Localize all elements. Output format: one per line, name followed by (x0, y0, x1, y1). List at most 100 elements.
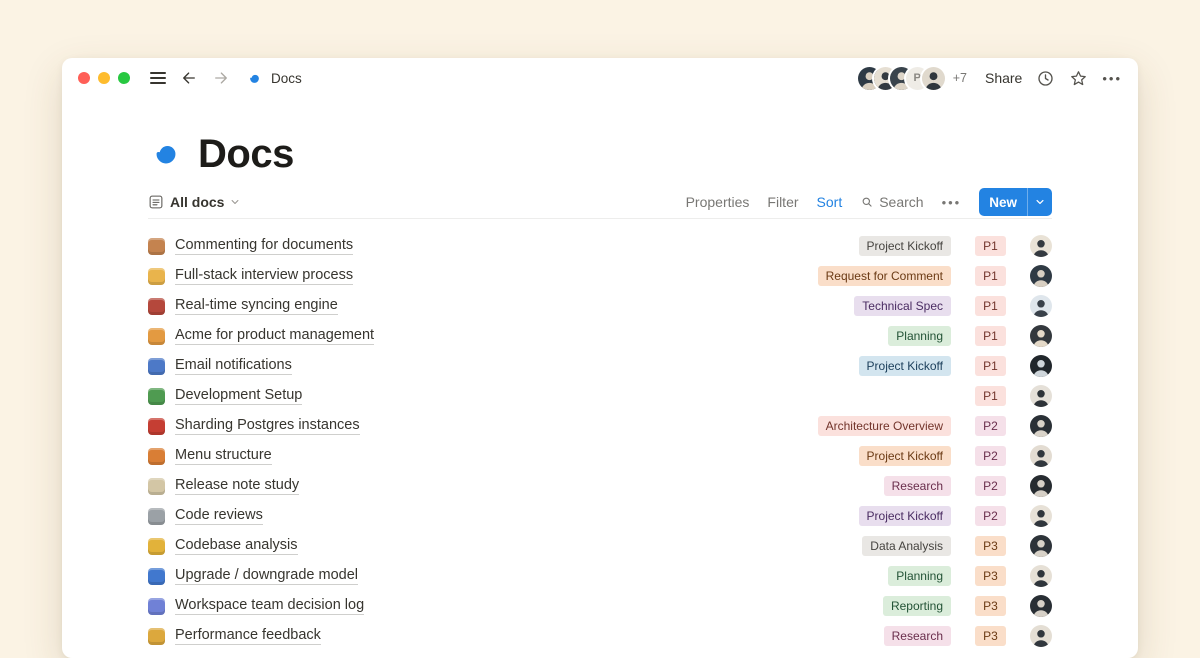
new-dropdown-button[interactable] (1027, 188, 1052, 216)
docs-logo-icon (246, 70, 263, 87)
table-row[interactable]: Development Setup P1 (148, 381, 1052, 411)
doc-title-link[interactable]: Sharding Postgres instances (175, 417, 360, 435)
assignee-avatar[interactable] (1030, 565, 1052, 587)
table-row[interactable]: Performance feedback Research P3 (148, 621, 1052, 651)
doc-type-tag[interactable]: Research (884, 626, 951, 646)
priority-tag[interactable]: P1 (975, 266, 1006, 286)
new-button[interactable]: New (979, 188, 1052, 216)
table-row[interactable]: Workspace team decision log Reporting P3 (148, 591, 1052, 621)
table-row[interactable]: Acme for product management Planning P1 (148, 321, 1052, 351)
doc-title-link[interactable]: Commenting for documents (175, 237, 353, 255)
doc-title-link[interactable]: Acme for product management (175, 327, 374, 345)
doc-title-link[interactable]: Full-stack interview process (175, 267, 353, 285)
table-row[interactable]: Codebase analysis Data Analysis P3 (148, 531, 1052, 561)
priority-tag[interactable]: P2 (975, 476, 1006, 496)
priority-tag[interactable]: P1 (975, 296, 1006, 316)
favorite-button[interactable] (1069, 69, 1088, 88)
table-row[interactable]: Email notifications Project Kickoff P1 (148, 351, 1052, 381)
avatar-stack: P (858, 67, 945, 90)
building-construction-icon (148, 328, 165, 345)
assignee-avatar[interactable] (1030, 445, 1052, 467)
star-icon (1069, 69, 1088, 88)
priority-tag[interactable]: P2 (975, 506, 1006, 526)
carrot-icon (148, 448, 165, 465)
priority-tag[interactable]: P1 (975, 386, 1006, 406)
traffic-light-close[interactable] (78, 72, 90, 84)
doc-type-tag[interactable]: Planning (888, 566, 951, 586)
priority-tag[interactable]: P1 (975, 236, 1006, 256)
properties-button[interactable]: Properties (686, 194, 750, 210)
memo-icon (148, 478, 165, 495)
table-row[interactable]: Menu structure Project Kickoff P2 (148, 441, 1052, 471)
traffic-light-zoom[interactable] (118, 72, 130, 84)
assignee-avatar[interactable] (1030, 535, 1052, 557)
doc-type-tag[interactable]: Request for Comment (818, 266, 951, 286)
collaborator-avatar[interactable] (922, 67, 945, 90)
doc-type-tag[interactable]: Project Kickoff (859, 446, 951, 466)
keyboard-icon (148, 508, 165, 525)
doc-type-tag[interactable]: Research (884, 476, 951, 496)
doc-type-tag[interactable]: Project Kickoff (859, 236, 951, 256)
filter-button[interactable]: Filter (767, 194, 798, 210)
page-header: Docs (148, 132, 1052, 176)
doc-type-tag[interactable]: Planning (888, 326, 951, 346)
assignee-avatar[interactable] (1030, 325, 1052, 347)
doc-type-tag[interactable]: Architecture Overview (818, 416, 951, 436)
doc-title-link[interactable]: Menu structure (175, 447, 272, 465)
table-row[interactable]: Sharding Postgres instances Architecture… (148, 411, 1052, 441)
table-row[interactable]: Commenting for documents Project Kickoff… (148, 231, 1052, 261)
assignee-avatar[interactable] (1030, 295, 1052, 317)
updates-button[interactable] (1036, 69, 1055, 88)
priority-tag[interactable]: P3 (975, 536, 1006, 556)
priority-tag[interactable]: P1 (975, 356, 1006, 376)
priority-tag[interactable]: P3 (975, 566, 1006, 586)
doc-type-tag[interactable]: Project Kickoff (859, 506, 951, 526)
assignee-avatar[interactable] (1030, 355, 1052, 377)
window-more-button[interactable]: ••• (1102, 71, 1122, 86)
assignee-avatar[interactable] (1030, 415, 1052, 437)
doc-title-link[interactable]: Codebase analysis (175, 537, 298, 555)
search-button[interactable]: Search (860, 194, 923, 210)
priority-tag[interactable]: P2 (975, 416, 1006, 436)
traffic-light-minimize[interactable] (98, 72, 110, 84)
doc-type-tag[interactable]: Reporting (883, 596, 951, 616)
page-title: Docs (198, 132, 294, 177)
doc-title-link[interactable]: Workspace team decision log (175, 597, 364, 615)
assignee-avatar[interactable] (1030, 505, 1052, 527)
table-row[interactable]: Release note study Research P2 (148, 471, 1052, 501)
sidebar-menu-button[interactable] (150, 72, 166, 84)
table-row[interactable]: Real-time syncing engine Technical Spec … (148, 291, 1052, 321)
assignee-avatar[interactable] (1030, 235, 1052, 257)
assignee-avatar[interactable] (1030, 475, 1052, 497)
back-button[interactable] (180, 69, 198, 87)
view-switcher[interactable]: All docs (148, 194, 240, 210)
assignee-avatar[interactable] (1030, 625, 1052, 647)
new-button-label[interactable]: New (979, 188, 1027, 216)
doc-title-link[interactable]: Email notifications (175, 357, 292, 375)
doc-title-link[interactable]: Real-time syncing engine (175, 297, 338, 315)
forward-button[interactable] (212, 69, 230, 87)
assignee-avatar[interactable] (1030, 265, 1052, 287)
avatar-overflow-count[interactable]: +7 (953, 71, 967, 85)
assignee-avatar[interactable] (1030, 595, 1052, 617)
view-more-button[interactable]: ••• (942, 195, 962, 210)
priority-tag[interactable]: P2 (975, 446, 1006, 466)
table-row[interactable]: Full-stack interview process Request for… (148, 261, 1052, 291)
table-row[interactable]: Code reviews Project Kickoff P2 (148, 501, 1052, 531)
search-icon (860, 195, 874, 209)
priority-tag[interactable]: P3 (975, 596, 1006, 616)
doc-title-link[interactable]: Release note study (175, 477, 299, 495)
mailbox-icon (148, 358, 165, 375)
sort-button[interactable]: Sort (817, 194, 843, 210)
doc-title-link[interactable]: Upgrade / downgrade model (175, 567, 358, 585)
doc-title-link[interactable]: Code reviews (175, 507, 263, 525)
doc-type-tag[interactable]: Project Kickoff (859, 356, 951, 376)
doc-type-tag[interactable]: Data Analysis (862, 536, 951, 556)
doc-type-tag[interactable]: Technical Spec (854, 296, 951, 316)
priority-tag[interactable]: P3 (975, 626, 1006, 646)
priority-tag[interactable]: P1 (975, 326, 1006, 346)
assignee-avatar[interactable] (1030, 385, 1052, 407)
table-row[interactable]: Upgrade / downgrade model Planning P3 (148, 561, 1052, 591)
doc-title-link[interactable]: Development Setup (175, 387, 302, 405)
share-button[interactable]: Share (985, 70, 1022, 86)
